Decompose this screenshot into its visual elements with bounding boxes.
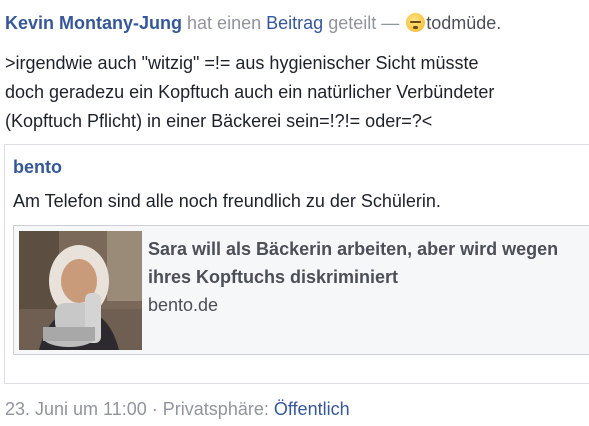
link-preview-card[interactable]: Sara will als Bäckerin arbeiten, aber wi…: [13, 225, 589, 355]
post-message: >irgendwie auch "witzig" =!= aus hygieni…: [5, 49, 580, 136]
post-timestamp[interactable]: 23. Juni um 11:00: [5, 399, 147, 419]
feeling-status: todmüde.: [426, 13, 502, 33]
footer-separator: ·: [151, 399, 158, 419]
link-title[interactable]: Sara will als Bäckerin arbeiten, aber wi…: [148, 235, 588, 291]
post-link[interactable]: Beitrag: [266, 13, 323, 33]
shared-post-text: Am Telefon sind alle noch freundlich zu …: [13, 191, 441, 211]
message-line: doch geradezu ein Kopftuch auch ein natü…: [5, 82, 495, 102]
shared-author-name[interactable]: bento: [13, 157, 62, 178]
message-line: >irgendwie auch "witzig" =!= aus hygieni…: [5, 53, 479, 73]
post-header: Kevin Montany-Jung hat einen Beitrag get…: [5, 11, 501, 35]
link-thumbnail[interactable]: [19, 231, 142, 350]
privacy-setting-link[interactable]: Öffentlich: [274, 399, 350, 419]
privacy-label: Privatsphäre:: [162, 399, 269, 419]
action-text-before: hat einen: [187, 13, 262, 33]
link-domain: bento.de: [148, 295, 219, 315]
post: Kevin Montany-Jung hat einen Beitrag get…: [4, 0, 589, 426]
action-text-after: geteilt —: [328, 13, 400, 33]
author-name[interactable]: Kevin Montany-Jung: [5, 13, 182, 33]
shared-post: bento Am Telefon sind alle noch freundli…: [4, 144, 589, 384]
thumbnail-image: [19, 231, 142, 350]
message-line: (Kopftuch Pflicht) in einer Bäckerei sei…: [5, 111, 433, 131]
sleepy-face-icon: [406, 13, 426, 32]
post-footer: 23. Juni um 11:00 · Privatsphäre: Öffent…: [5, 399, 350, 420]
